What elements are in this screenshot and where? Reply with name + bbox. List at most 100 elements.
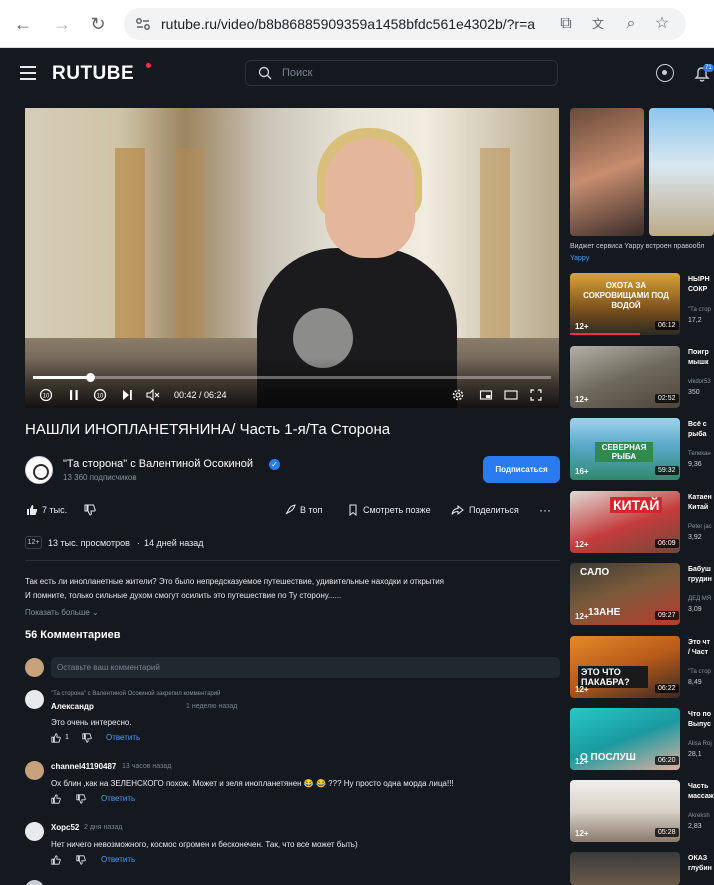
- ad-text[interactable]: Виджет сервиса Yappy встроен правообл: [570, 243, 704, 250]
- recommended-views: 3,09: [688, 606, 702, 613]
- channel-avatar[interactable]: [25, 456, 53, 484]
- reply-button[interactable]: Ответить: [101, 855, 135, 864]
- recommended-title-2[interactable]: глубин: [688, 864, 712, 874]
- age-rating: 12+: [575, 757, 589, 766]
- forward-icon[interactable]: →: [51, 13, 73, 35]
- rutube-logo[interactable]: RUTUBE: [52, 63, 134, 85]
- recommended-title-2[interactable]: Китай: [688, 503, 708, 513]
- recommended-title[interactable]: Бабуш: [688, 565, 711, 575]
- recommended-channel[interactable]: "Та стор: [688, 669, 711, 675]
- thumbs-down-icon[interactable]: [76, 855, 86, 865]
- recommended-title-2[interactable]: рыба: [688, 430, 706, 440]
- site-header: RUTUBE Поиск 71: [0, 48, 714, 98]
- recommended-title-2[interactable]: / Част: [688, 648, 708, 658]
- dislike-button[interactable]: [84, 503, 98, 517]
- recommended-channel[interactable]: "Та стор: [688, 307, 711, 313]
- recommended-channel[interactable]: Телекан: [688, 451, 711, 457]
- forward-10-icon[interactable]: 10: [93, 388, 107, 402]
- recommended-channel[interactable]: Akreksh: [688, 813, 710, 819]
- recommended-channel[interactable]: Alisa Roj: [688, 741, 712, 747]
- next-icon[interactable]: [120, 388, 134, 402]
- recommended-title[interactable]: Всё с: [688, 420, 707, 430]
- seek-handle[interactable]: [85, 373, 95, 382]
- miniplayer-icon[interactable]: [479, 388, 493, 402]
- bookmark-star-icon[interactable]: ☆: [652, 14, 672, 34]
- recommended-title-2[interactable]: грудин: [688, 575, 712, 585]
- thumbs-up-icon[interactable]: [51, 733, 61, 743]
- seek-bar[interactable]: [33, 373, 551, 382]
- recommended-thumbnail[interactable]: [570, 852, 680, 885]
- recommended-title[interactable]: НЫРН: [688, 275, 710, 285]
- channel-name[interactable]: "Та сторона" с Валентиной Осокиной: [63, 458, 253, 470]
- like-button[interactable]: 7 тыс.: [26, 503, 76, 517]
- recommended-title[interactable]: Что по: [688, 710, 711, 720]
- recommended-views: 17,2: [688, 317, 702, 324]
- back-icon[interactable]: ←: [12, 13, 34, 35]
- reply-button[interactable]: Ответить: [106, 733, 140, 742]
- duration-badge: 06:22: [655, 684, 679, 693]
- comment-author[interactable]: channel41190487: [51, 762, 116, 771]
- reply-button[interactable]: Ответить: [101, 794, 135, 803]
- site-settings-icon[interactable]: [134, 15, 152, 33]
- avatar[interactable]: [25, 822, 44, 841]
- share-button[interactable]: Поделиться: [451, 503, 521, 517]
- recommended-title-2[interactable]: массаж: [688, 792, 714, 802]
- zoom-icon[interactable]: ⌕: [621, 14, 641, 34]
- recommended-channel[interactable]: Peter jac: [688, 524, 712, 530]
- reload-icon[interactable]: ↻: [87, 13, 109, 35]
- video-player[interactable]: 10 10 00:42 / 06:24: [25, 108, 559, 408]
- upload-icon[interactable]: [656, 64, 674, 82]
- fullscreen-icon[interactable]: [529, 388, 543, 402]
- svg-text:10: 10: [43, 394, 50, 400]
- ad-thumbnail[interactable]: [649, 108, 714, 236]
- settings-gear-icon[interactable]: [451, 388, 465, 402]
- avatar[interactable]: [25, 761, 44, 780]
- comment-author[interactable]: Александр: [51, 702, 94, 711]
- verified-icon: ✓: [269, 459, 280, 470]
- rewind-10-icon[interactable]: 10: [39, 388, 53, 402]
- thumbs-up-icon[interactable]: [51, 855, 61, 865]
- top-button[interactable]: В топ: [284, 503, 330, 517]
- pinned-note: "Та сторона" с Валентиной Осокиной закре…: [51, 691, 221, 697]
- comment-time: 1 неделю назад: [186, 703, 238, 710]
- watched-progress: [570, 333, 640, 335]
- open-in-new-icon[interactable]: ⧉: [556, 14, 576, 34]
- age-rating: 12+: [575, 540, 589, 549]
- recommended-title[interactable]: Это чт: [688, 638, 710, 648]
- search-input[interactable]: Поиск: [245, 60, 558, 86]
- video-title: НАШЛИ ИНОПЛАНЕТЯНИНА/ Часть 1-я/Та Сторо…: [25, 421, 391, 438]
- subscribe-button[interactable]: Подписаться: [483, 456, 560, 483]
- menu-icon[interactable]: [20, 66, 36, 80]
- avatar[interactable]: [25, 690, 44, 709]
- recommended-title-2[interactable]: СОКР: [688, 285, 707, 295]
- comment-text: Это очень интересно.: [51, 718, 132, 727]
- watch-later-button[interactable]: Смотреть позже: [347, 503, 437, 517]
- comment-input[interactable]: Оставьте ваш комментарий: [51, 657, 560, 678]
- url-text[interactable]: rutube.ru/video/b8b86885909359a1458bfdc5…: [161, 16, 535, 32]
- recommended-title-2[interactable]: мышк: [688, 358, 709, 368]
- logo-dot: [146, 63, 151, 68]
- recommended-title-2[interactable]: Выпус: [688, 720, 711, 730]
- address-bar[interactable]: rutube.ru/video/b8b86885909359a1458bfdc5…: [124, 8, 686, 40]
- theater-mode-icon[interactable]: [504, 388, 518, 402]
- recommended-views: 3,92: [688, 534, 702, 541]
- duration-badge: 06:20: [655, 756, 679, 765]
- recommended-title[interactable]: Часть: [688, 782, 708, 792]
- more-options-icon[interactable]: ···: [539, 503, 553, 517]
- recommended-channel[interactable]: ДЕД МЯ: [688, 596, 711, 602]
- show-more-link[interactable]: Показать больше ⌄: [25, 608, 99, 617]
- recommended-title[interactable]: Катаен: [688, 493, 712, 503]
- ad-brand[interactable]: Yappy: [570, 255, 589, 262]
- mute-icon[interactable]: [145, 388, 161, 402]
- recommended-title[interactable]: Поигр: [688, 348, 709, 358]
- pause-icon[interactable]: [67, 388, 81, 402]
- avatar[interactable]: [25, 880, 44, 885]
- translate-icon[interactable]: 文: [588, 14, 608, 34]
- ad-thumbnail[interactable]: [570, 108, 644, 236]
- thumbs-up-icon[interactable]: [51, 794, 61, 804]
- thumbs-down-icon[interactable]: [76, 794, 86, 804]
- recommended-channel[interactable]: vikdor53: [688, 379, 711, 385]
- recommended-title[interactable]: ОКАЗ: [688, 854, 707, 864]
- comment-author[interactable]: Хорс52: [51, 823, 79, 832]
- thumbs-down-icon[interactable]: [82, 733, 92, 743]
